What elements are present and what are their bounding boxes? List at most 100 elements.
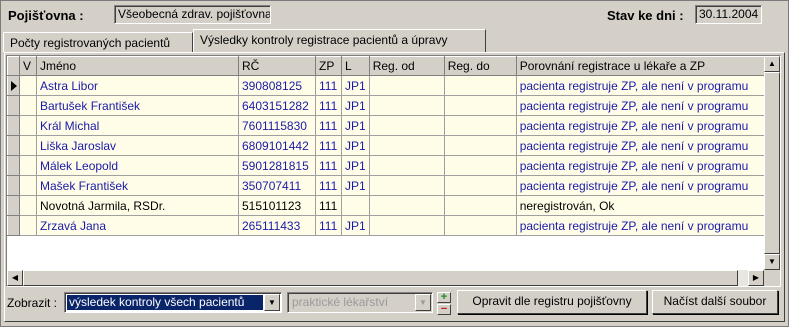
cell-reg-do[interactable]	[444, 95, 517, 116]
cell-zp[interactable]: 111	[315, 95, 342, 116]
cell-v[interactable]	[19, 175, 37, 196]
cell-l[interactable]: JP1	[341, 115, 370, 136]
cell-name[interactable]: Liška Jaroslav	[36, 135, 239, 156]
cell-rc[interactable]: 515101123	[238, 195, 316, 216]
cell-reg-od[interactable]	[369, 115, 445, 136]
row-indicator	[7, 75, 20, 96]
cell-reg-od[interactable]	[369, 155, 445, 176]
specialty-select[interactable]: praktické lékařství ▼	[287, 292, 433, 313]
cell-zp[interactable]: 111	[315, 155, 342, 176]
cell-reg-od[interactable]	[369, 75, 445, 96]
cell-compare[interactable]: neregistrován, Ok	[516, 195, 765, 216]
scroll-down-icon[interactable]: ▼	[764, 254, 780, 270]
header-l[interactable]: L	[341, 56, 370, 76]
cell-v[interactable]	[19, 215, 37, 236]
cell-rc[interactable]: 7601115830	[238, 115, 316, 136]
cell-reg-od[interactable]	[369, 195, 445, 216]
specialty-dropdown-icon[interactable]: ▼	[415, 294, 431, 311]
header-reg-od[interactable]: Reg. od	[368, 56, 445, 76]
tab-check-results[interactable]: Výsledky kontroly registrace pacientů a …	[193, 29, 486, 52]
cell-zp[interactable]: 111	[315, 135, 342, 156]
horizontal-scroll-thumb[interactable]	[23, 270, 738, 286]
cell-reg-do[interactable]	[444, 155, 517, 176]
table-row[interactable]: Astra Libor 390808125 111 JP1 pacienta r…	[7, 75, 765, 96]
cell-compare[interactable]: pacienta registruje ZP, ale není v progr…	[516, 175, 765, 196]
cell-reg-od[interactable]	[369, 95, 445, 116]
header-reg-do[interactable]: Reg. do	[443, 56, 517, 76]
cell-zp[interactable]: 111	[315, 215, 342, 236]
cell-name[interactable]: Mašek František	[36, 175, 239, 196]
table-row[interactable]: Novotná Jarmila, RSDr. 515101123 111 ner…	[7, 195, 765, 216]
cell-name[interactable]: Málek Leopold	[36, 155, 239, 176]
cell-v[interactable]	[19, 115, 37, 136]
cell-compare[interactable]: pacienta registruje ZP, ale není v progr…	[516, 155, 765, 176]
show-select[interactable]: výsledek kontroly všech pacientů ▼	[64, 292, 282, 313]
cell-name[interactable]: Bartušek František	[36, 95, 239, 116]
table-row[interactable]: Málek Leopold 5901281815 111 JP1 pacient…	[7, 155, 765, 176]
cell-l[interactable]: JP1	[341, 175, 370, 196]
cell-l[interactable]: JP1	[341, 95, 370, 116]
scroll-left-icon[interactable]: ◀	[7, 270, 23, 286]
cell-reg-do[interactable]	[444, 135, 517, 156]
cell-l[interactable]: JP1	[341, 75, 370, 96]
patients-grid[interactable]: V Jméno RČ ZP L Reg. od Reg. do Porovnán…	[6, 55, 781, 287]
header-zp[interactable]: ZP	[315, 56, 342, 76]
cell-rc[interactable]: 6403151282	[238, 95, 316, 116]
cell-v[interactable]	[19, 195, 37, 216]
plus-icon[interactable]: +	[437, 292, 451, 303]
cell-compare[interactable]: pacienta registruje ZP, ale není v progr…	[516, 75, 765, 96]
cell-compare[interactable]: pacienta registruje ZP, ale není v progr…	[516, 135, 765, 156]
cell-v[interactable]	[19, 155, 37, 176]
cell-rc[interactable]: 5901281815	[238, 155, 316, 176]
cell-reg-do[interactable]	[444, 175, 517, 196]
scroll-right-icon[interactable]: ▶	[748, 270, 764, 286]
cell-rc[interactable]: 350707411	[238, 175, 316, 196]
cell-l[interactable]: JP1	[341, 155, 370, 176]
cell-compare[interactable]: pacienta registruje ZP, ale není v progr…	[516, 95, 765, 116]
cell-compare[interactable]: pacienta registruje ZP, ale není v progr…	[516, 215, 765, 236]
cell-rc[interactable]: 6809101442	[238, 135, 316, 156]
scroll-up-icon[interactable]: ▲	[764, 56, 780, 72]
horizontal-scrollbar[interactable]: ◀ ▶	[7, 270, 764, 286]
cell-name[interactable]: Astra Libor	[36, 75, 239, 96]
cell-l[interactable]	[341, 195, 370, 216]
table-row[interactable]: Bartušek František 6403151282 111 JP1 pa…	[7, 95, 765, 116]
cell-name[interactable]: Zrzavá Jana	[36, 215, 239, 236]
fix-by-registry-button[interactable]: Opravit dle registru pojišťovny	[457, 290, 647, 314]
minus-icon[interactable]: −	[437, 304, 451, 315]
cell-reg-do[interactable]	[444, 215, 517, 236]
cell-v[interactable]	[19, 135, 37, 156]
cell-reg-od[interactable]	[369, 135, 445, 156]
table-row[interactable]: Liška Jaroslav 6809101442 111 JP1 pacien…	[7, 135, 765, 156]
header-v[interactable]: V	[19, 56, 37, 76]
cell-v[interactable]	[19, 95, 37, 116]
cell-rc[interactable]: 265111433	[238, 215, 316, 236]
cell-compare[interactable]: pacienta registruje ZP, ale není v progr…	[516, 115, 765, 136]
cell-zp[interactable]: 111	[315, 75, 342, 96]
cell-zp[interactable]: 111	[315, 175, 342, 196]
cell-l[interactable]: JP1	[341, 215, 370, 236]
cell-reg-od[interactable]	[369, 175, 445, 196]
cell-reg-do[interactable]	[444, 75, 517, 96]
cell-name[interactable]: Novotná Jarmila, RSDr.	[36, 195, 239, 216]
cell-reg-do[interactable]	[444, 115, 517, 136]
table-row[interactable]: Král Michal 7601115830 111 JP1 pacienta …	[7, 115, 765, 136]
cell-rc[interactable]: 390808125	[238, 75, 316, 96]
table-row[interactable]: Mašek František 350707411 111 JP1 pacien…	[7, 175, 765, 196]
vertical-scroll-thumb[interactable]	[764, 72, 780, 254]
cell-v[interactable]	[19, 75, 37, 96]
vertical-scrollbar[interactable]: ▲ ▼	[764, 56, 780, 270]
header-compare[interactable]: Porovnání registrace u lékaře a ZP	[515, 56, 765, 76]
cell-name[interactable]: Král Michal	[36, 115, 239, 136]
cell-reg-do[interactable]	[444, 195, 517, 216]
cell-l[interactable]: JP1	[341, 135, 370, 156]
load-next-file-button[interactable]: Načíst další soubor	[652, 290, 778, 314]
cell-zp[interactable]: 111	[315, 115, 342, 136]
cell-reg-od[interactable]	[369, 215, 445, 236]
tab-patient-counts[interactable]: Počty registrovaných pacientů	[3, 32, 193, 52]
show-select-dropdown-icon[interactable]: ▼	[264, 294, 280, 311]
header-name[interactable]: Jméno	[36, 56, 239, 76]
table-row[interactable]: Zrzavá Jana 265111433 111 JP1 pacienta r…	[7, 215, 765, 236]
header-rc[interactable]: RČ	[238, 56, 316, 76]
cell-zp[interactable]: 111	[315, 195, 342, 216]
